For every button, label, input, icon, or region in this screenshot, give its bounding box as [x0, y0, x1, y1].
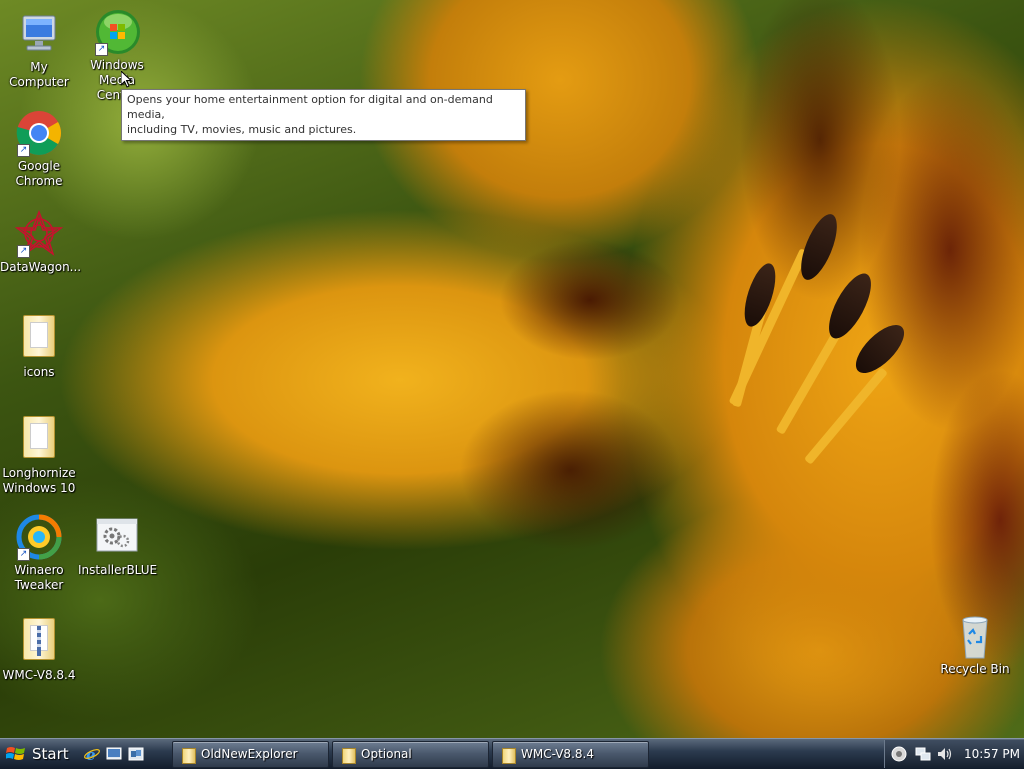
- winaero-tweaker-shortcut[interactable]: ↗ Winaero Tweaker: [0, 513, 78, 593]
- show-desktop-icon[interactable]: [106, 746, 122, 762]
- icon-label: WMC-V8.8.4: [2, 668, 76, 682]
- icon-label: Windows 10: [2, 481, 76, 495]
- tooltip-line: Opens your home entertainment option for…: [127, 93, 493, 121]
- volume-icon[interactable]: [937, 746, 953, 762]
- icon-label: Tweaker: [14, 578, 64, 592]
- datawagon-shortcut[interactable]: ↗ DataWagon...: [0, 209, 82, 275]
- folder-icon: [342, 748, 356, 764]
- internet-explorer-icon[interactable]: e: [84, 746, 100, 762]
- chrome-icon: ↗: [15, 109, 63, 157]
- taskbar-button-label: WMC-V8.8.4: [521, 747, 594, 761]
- taskbar: Start e OldNewExplorer Optional WMC-V8.8…: [0, 738, 1024, 769]
- datawagon-icon: ↗: [14, 209, 64, 258]
- start-button[interactable]: Start: [2, 741, 72, 767]
- start-label: Start: [32, 745, 69, 763]
- wallpaper-detail: [793, 209, 845, 285]
- windows-media-center-icon: ↗: [93, 8, 141, 56]
- recycle-bin-icon: [951, 612, 999, 660]
- folder-icon: [15, 416, 63, 464]
- icon-label: DataWagon...: [0, 260, 82, 274]
- tooltip: Opens your home entertainment option for…: [121, 89, 526, 141]
- wmc-zip-folder[interactable]: WMC-V8.8.4: [0, 614, 78, 683]
- taskbar-button-label: Optional: [361, 747, 412, 761]
- svg-text:e: e: [86, 746, 96, 762]
- icon-label: icons: [23, 365, 55, 379]
- longhornize-folder[interactable]: Longhornize Windows 10: [0, 412, 78, 496]
- icon-label: Winaero: [14, 563, 64, 577]
- wallpaper-detail: [803, 367, 888, 465]
- shortcut-arrow-icon: ↗: [17, 144, 30, 157]
- network-icon[interactable]: [915, 746, 931, 762]
- windows-logo-icon: [6, 747, 25, 760]
- folder-icon: [182, 748, 196, 764]
- taskbar-button-oldnewexplorer[interactable]: OldNewExplorer: [172, 741, 329, 768]
- taskbar-button-label: OldNewExplorer: [201, 747, 298, 761]
- shortcut-arrow-icon: ↗: [95, 43, 108, 56]
- google-chrome-shortcut[interactable]: ↗ Google Chrome: [0, 109, 78, 189]
- mouse-cursor-icon: [121, 71, 133, 88]
- wallpaper-detail: [820, 267, 880, 345]
- shortcut-arrow-icon: ↗: [17, 245, 30, 258]
- icon-label: Google: [17, 159, 61, 173]
- icon-label: My Computer: [9, 60, 69, 89]
- desktop[interactable]: My Computer ↗ Windows Media Center ↗ Goo…: [0, 0, 1024, 738]
- icon-label: InstallerBLUE: [78, 563, 158, 577]
- taskbar-button-optional[interactable]: Optional: [332, 741, 489, 768]
- system-tray: 10:57 PM: [884, 740, 1024, 768]
- taskbar-button-wmc[interactable]: WMC-V8.8.4: [492, 741, 649, 768]
- installer-icon: [93, 513, 141, 561]
- icon-label: Chrome: [15, 174, 63, 188]
- icon-label: Recycle Bin: [940, 662, 1010, 676]
- recycle-bin[interactable]: Recycle Bin: [936, 612, 1014, 677]
- clock[interactable]: 10:57 PM: [964, 740, 1020, 768]
- computer-icon: [15, 10, 63, 58]
- icon-label: Longhornize: [2, 466, 76, 480]
- switch-windows-icon[interactable]: [128, 746, 144, 762]
- winaero-icon: ↗: [15, 513, 63, 561]
- my-computer-shortcut[interactable]: My Computer: [0, 10, 78, 90]
- media-icon[interactable]: [891, 746, 907, 762]
- tooltip-line: including TV, movies, music and pictures…: [127, 123, 357, 136]
- installerblue-file[interactable]: InstallerBLUE: [78, 513, 158, 578]
- shortcut-arrow-icon: ↗: [17, 548, 30, 561]
- zip-folder-icon: [15, 618, 63, 666]
- icons-folder[interactable]: icons: [0, 311, 78, 380]
- icon-label: Windows: [90, 58, 144, 72]
- folder-icon: [502, 748, 516, 764]
- folder-icon: [15, 315, 63, 363]
